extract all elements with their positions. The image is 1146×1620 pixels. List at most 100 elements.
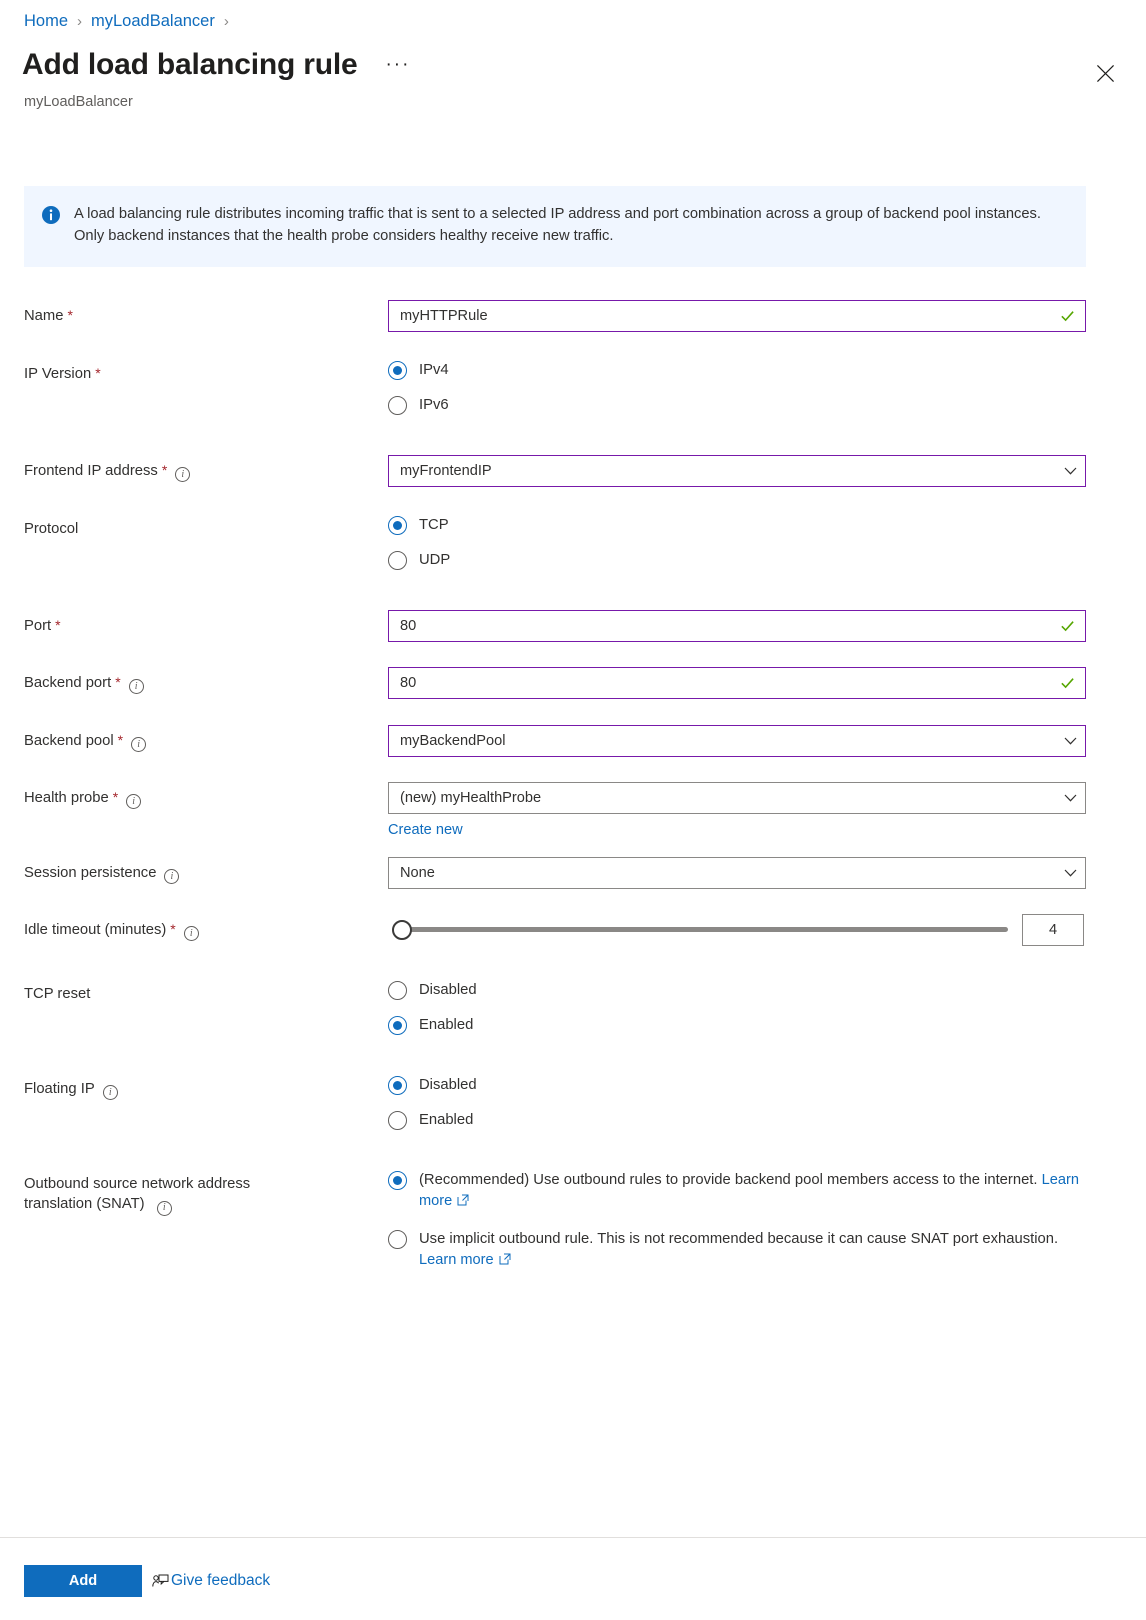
info-tooltip-icon[interactable]: i bbox=[128, 679, 144, 695]
backend-pool-dropdown[interactable]: myBackendPool bbox=[388, 724, 1086, 757]
chevron-down-icon bbox=[1055, 794, 1085, 802]
snat-option1-text: (Recommended) Use outbound rules to prov… bbox=[419, 1171, 1038, 1188]
external-link-icon bbox=[499, 1253, 511, 1265]
idle-timeout-value-box[interactable]: 4 bbox=[1022, 913, 1084, 946]
add-button[interactable]: Add bbox=[24, 1565, 142, 1597]
create-new-health-probe-link[interactable]: Create new bbox=[388, 822, 463, 838]
radio-dot-icon bbox=[388, 1075, 407, 1095]
required-asterisk: * bbox=[117, 731, 124, 748]
breadcrumb-chevron-icon-2: › bbox=[223, 13, 229, 30]
info-tooltip-icon[interactable]: i bbox=[131, 737, 147, 753]
slider-thumb[interactable] bbox=[392, 919, 412, 940]
name-input[interactable] bbox=[388, 300, 1086, 332]
snat-option2-learn-more-link[interactable]: Learn more bbox=[419, 1252, 494, 1268]
label-session-persistence: Session persistence i bbox=[24, 857, 388, 885]
row-health-probe: Health probe * i (new) myHealthProbe Cre… bbox=[24, 781, 1110, 839]
label-idle-timeout: Idle timeout (minutes) * i bbox=[24, 914, 388, 942]
radio-ip-version-ipv4[interactable]: IPv4 bbox=[388, 360, 1110, 381]
chevron-down-icon bbox=[1055, 869, 1085, 877]
row-protocol: Protocol TCP UDP bbox=[24, 513, 1110, 572]
snat-radio-group: (Recommended) Use outbound rules to prov… bbox=[388, 1168, 1110, 1272]
footer-divider bbox=[0, 1537, 1146, 1538]
page-subtitle: myLoadBalancer bbox=[24, 94, 133, 110]
close-icon bbox=[1096, 64, 1114, 82]
row-backend-pool: Backend pool * i myBackendPool bbox=[24, 724, 1110, 757]
row-ip-version: IP Version * IPv4 IPv6 bbox=[24, 358, 1110, 417]
frontend-ip-value: myFrontendIP bbox=[400, 462, 492, 479]
radio-protocol-tcp[interactable]: TCP bbox=[388, 515, 1110, 536]
give-feedback-link[interactable]: Give feedback bbox=[152, 1572, 270, 1590]
protocol-radio-group: TCP UDP bbox=[388, 513, 1110, 572]
radio-dot-icon bbox=[388, 1170, 407, 1190]
row-idle-timeout: Idle timeout (minutes) * i 4 bbox=[24, 913, 1110, 946]
external-link-icon bbox=[457, 1194, 469, 1206]
row-tcp-reset: TCP reset Disabled Enabled bbox=[24, 978, 1110, 1037]
label-name: Name * bbox=[24, 307, 73, 324]
backend-port-input[interactable] bbox=[388, 666, 1086, 699]
breadcrumb-home[interactable]: Home bbox=[24, 12, 68, 31]
radio-dot-icon bbox=[388, 980, 407, 1000]
radio-dot-icon bbox=[388, 1229, 407, 1249]
snat-label-line2: translation (SNAT) bbox=[24, 1196, 145, 1213]
label-port: Port * bbox=[24, 616, 61, 634]
radio-tcp-reset-disabled[interactable]: Disabled bbox=[388, 980, 1110, 1001]
breadcrumb-chevron-icon: › bbox=[77, 13, 83, 30]
health-probe-value: (new) myHealthProbe bbox=[400, 789, 542, 806]
footer: Add Give feedback bbox=[24, 1565, 270, 1597]
required-asterisk: * bbox=[95, 365, 101, 381]
radio-tcp-reset-enabled[interactable]: Enabled bbox=[388, 1015, 1110, 1036]
label-backend-pool: Backend pool * i bbox=[24, 725, 388, 753]
session-persistence-dropdown[interactable]: None bbox=[388, 856, 1086, 889]
chevron-down-icon bbox=[1055, 467, 1085, 475]
session-persistence-value: None bbox=[400, 864, 435, 881]
label-protocol: Protocol bbox=[24, 520, 79, 537]
frontend-ip-dropdown[interactable]: myFrontendIP bbox=[388, 454, 1086, 487]
radio-snat-implicit-outbound[interactable]: Use implicit outbound rule. This is not … bbox=[388, 1229, 1110, 1272]
more-options-button[interactable]: ··· bbox=[379, 51, 416, 78]
row-snat: Outbound source network address translat… bbox=[24, 1168, 1110, 1272]
info-tooltip-icon[interactable]: i bbox=[183, 926, 199, 942]
port-input[interactable] bbox=[388, 609, 1086, 642]
breadcrumb-myloadbalancer[interactable]: myLoadBalancer bbox=[91, 12, 215, 31]
info-tooltip-icon[interactable]: i bbox=[102, 1085, 118, 1101]
name-field-wrapper bbox=[388, 300, 1086, 332]
label-frontend-ip: Frontend IP address * i bbox=[24, 455, 388, 483]
page-title: Add load balancing rule bbox=[22, 48, 358, 81]
row-floating-ip: Floating IP i Disabled Enabled bbox=[24, 1073, 1110, 1132]
info-tooltip-icon[interactable]: i bbox=[126, 794, 142, 810]
row-port: Port * bbox=[24, 609, 1110, 642]
radio-dot-icon bbox=[388, 515, 407, 535]
info-tooltip-icon[interactable]: i bbox=[175, 467, 191, 483]
info-tooltip-icon[interactable]: i bbox=[156, 1200, 172, 1216]
give-feedback-label: Give feedback bbox=[171, 1572, 271, 1589]
snat-label-line1: Outbound source network address bbox=[24, 1175, 251, 1192]
row-name: Name * bbox=[24, 300, 1110, 332]
slider-track bbox=[402, 927, 1008, 933]
radio-dot-icon bbox=[388, 396, 407, 416]
label-health-probe: Health probe * i bbox=[24, 782, 388, 810]
radio-dot-icon bbox=[388, 1111, 407, 1131]
radio-floating-ip-enabled[interactable]: Enabled bbox=[388, 1110, 1110, 1131]
label-floating-ip: Floating IP i bbox=[24, 1073, 388, 1101]
row-backend-port: Backend port * i bbox=[24, 666, 1110, 699]
close-button[interactable] bbox=[1084, 52, 1126, 94]
radio-dot-icon bbox=[388, 361, 407, 380]
radio-ip-version-ipv6[interactable]: IPv6 bbox=[388, 395, 1110, 416]
info-tooltip-icon[interactable]: i bbox=[164, 869, 180, 885]
radio-protocol-udp[interactable]: UDP bbox=[388, 550, 1110, 571]
add-load-balancing-rule-blade: Home › myLoadBalancer › Add load balanci… bbox=[0, 0, 1146, 1620]
tcp-reset-radio-group: Disabled Enabled bbox=[388, 978, 1110, 1037]
radio-floating-ip-disabled[interactable]: Disabled bbox=[388, 1075, 1110, 1096]
row-frontend-ip: Frontend IP address * i myFrontendIP bbox=[24, 454, 1110, 487]
required-asterisk: * bbox=[170, 920, 176, 937]
floating-ip-radio-group: Disabled Enabled bbox=[388, 1073, 1110, 1132]
title-row: Add load balancing rule ··· bbox=[22, 48, 416, 82]
radio-snat-outbound-rules[interactable]: (Recommended) Use outbound rules to prov… bbox=[388, 1170, 1110, 1213]
idle-timeout-slider[interactable] bbox=[388, 919, 1008, 941]
label-snat: Outbound source network address translat… bbox=[24, 1168, 388, 1216]
required-asterisk: * bbox=[55, 616, 61, 633]
breadcrumb: Home › myLoadBalancer › bbox=[24, 12, 229, 31]
health-probe-dropdown[interactable]: (new) myHealthProbe bbox=[388, 781, 1086, 814]
form: Name * IP Version * bbox=[0, 300, 1146, 1271]
snat-option2-text: Use implicit outbound rule. This is not … bbox=[419, 1230, 1059, 1247]
